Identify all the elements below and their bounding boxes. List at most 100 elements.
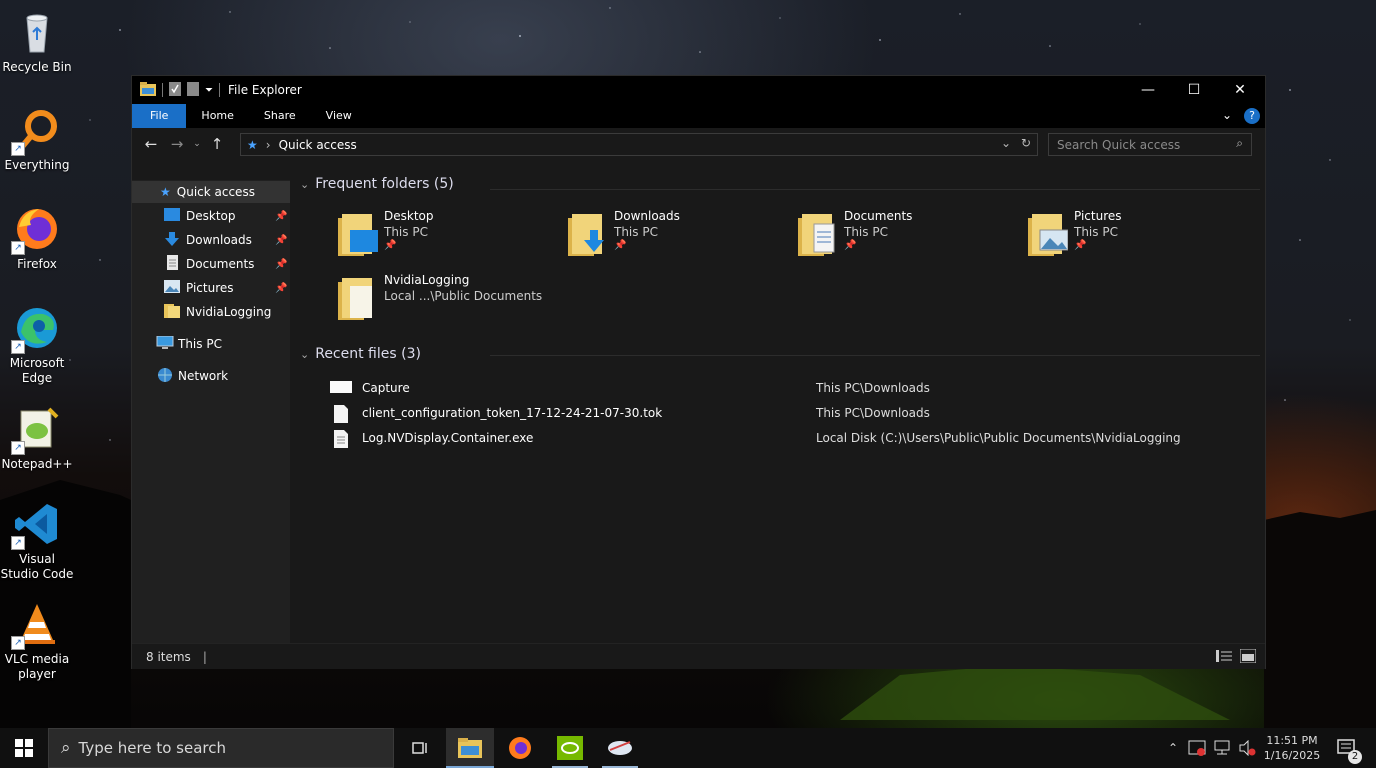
breadcrumb-quick-access[interactable]: Quick access [279, 138, 357, 152]
nav-item-downloads[interactable]: Downloads 📌 [164, 229, 290, 251]
action-center-button[interactable]: 2 [1330, 728, 1364, 768]
taskbar-search-box[interactable]: ⌕ Type here to search [48, 728, 394, 768]
back-button[interactable]: ← [138, 135, 164, 153]
minimize-button[interactable]: — [1125, 76, 1171, 104]
folder-name: Desktop [384, 209, 434, 223]
nav-item-label: Network [178, 369, 229, 383]
folder-tile-pictures[interactable]: Pictures This PC 📌 [1024, 209, 1234, 263]
file-row-log[interactable]: Log.NVDisplay.Container.exe Local Disk (… [290, 427, 1265, 451]
tray-security[interactable] [1186, 728, 1208, 768]
documents-icon [164, 254, 180, 274]
desktop-icon-everything[interactable]: ↗ Everything [0, 106, 74, 173]
nav-item-network[interactable]: Network [156, 365, 290, 387]
pin-icon: 📌 [384, 240, 397, 251]
nav-item-desktop[interactable]: Desktop 📌 [164, 205, 290, 227]
folder-location: This PC [384, 225, 428, 239]
folder-tile-downloads[interactable]: Downloads This PC 📌 [564, 209, 774, 263]
help-icon[interactable]: ? [1244, 108, 1260, 124]
desktop-icon-vscode[interactable]: ↗ Visual Studio Code [0, 500, 74, 582]
tray-volume[interactable] [1236, 728, 1258, 768]
snipping-tool-icon [608, 741, 632, 755]
folder-tile-nvidialogging[interactable]: NvidiaLogging Local ...\Public Documents [334, 273, 544, 327]
file-row-token[interactable]: client_configuration_token_17-12-24-21-0… [290, 402, 1265, 426]
frequent-folders-header[interactable]: ⌄ Frequent folders (5) [300, 173, 454, 195]
close-button[interactable]: ✕ [1217, 76, 1263, 104]
notification-count-badge: 2 [1348, 750, 1362, 764]
desktop-icon-label: Firefox [17, 257, 57, 271]
file-name: Log.NVDisplay.Container.exe [362, 431, 534, 445]
folder-location: This PC [614, 225, 658, 239]
status-separator: | [202, 649, 207, 664]
customize-toolbar-icon[interactable]: ⏷ [205, 85, 213, 96]
file-location: This PC\Downloads [816, 406, 930, 420]
desktop-icon-vlc[interactable]: ↗ VLC media player [0, 600, 74, 682]
recent-locations-icon[interactable]: ⌄ [190, 139, 204, 149]
chevron-down-icon: ⌄ [300, 347, 310, 361]
file-row-capture[interactable]: Capture This PC\Downloads [290, 377, 1265, 401]
clock-date: 1/16/2025 [1263, 749, 1321, 762]
group-divider [490, 355, 1260, 356]
nav-item-documents[interactable]: Documents 📌 [164, 253, 290, 275]
pin-icon: 📌 [275, 282, 288, 294]
desktop-icon-firefox[interactable]: ↗ Firefox [0, 205, 74, 272]
recent-files-header[interactable]: ⌄ Recent files (3) [300, 343, 421, 365]
forward-button[interactable]: → [164, 135, 190, 153]
breadcrumb-chevron-icon[interactable]: › [266, 138, 271, 152]
nav-item-label: Downloads [186, 233, 252, 247]
search-icon[interactable]: ⌕ [1236, 136, 1243, 151]
tab-share[interactable]: Share [249, 104, 311, 128]
nav-item-pictures[interactable]: Pictures 📌 [164, 277, 290, 299]
taskbar-nvidia[interactable] [546, 728, 594, 768]
large-icons-view-icon[interactable] [1239, 648, 1257, 666]
shortcut-arrow-icon: ↗ [11, 536, 25, 550]
pin-icon: 📌 [614, 240, 627, 251]
navigation-pane: ★ Quick access Desktop 📌 Downloads 📌 Doc… [132, 180, 290, 643]
image-file-icon [330, 380, 352, 397]
maximize-button[interactable]: ☐ [1171, 76, 1217, 104]
desktop-icon-edge[interactable]: ↗ Microsoft Edge [0, 304, 74, 386]
shortcut-arrow-icon: ↗ [11, 441, 25, 455]
task-view-button[interactable] [396, 728, 444, 768]
desktop-icon-label: Notepad++ [1, 457, 73, 471]
search-box[interactable]: Search Quick access ⌕ [1048, 133, 1252, 156]
address-bar[interactable]: ★ › Quick access ⌄ ↻ [240, 133, 1038, 156]
pin-icon: 📌 [1074, 240, 1087, 251]
nav-item-quick-access[interactable]: ★ Quick access [132, 181, 290, 203]
address-dropdown-icon[interactable]: ⌄ [1001, 136, 1011, 150]
taskbar-app-snipping[interactable] [596, 728, 644, 768]
pin-icon: 📌 [844, 240, 857, 251]
nav-item-nvidialogging[interactable]: NvidiaLogging [164, 301, 290, 323]
new-folder-icon[interactable] [187, 81, 199, 99]
ribbon: File Home Share View ⌄ ? [132, 104, 1265, 128]
tray-network[interactable] [1210, 728, 1234, 768]
tab-view[interactable]: View [311, 104, 367, 128]
taskbar-file-explorer[interactable] [446, 728, 494, 768]
taskbar-clock[interactable]: 11:51 PM 1/16/2025 [1260, 728, 1324, 768]
details-view-icon[interactable] [1216, 649, 1232, 666]
task-view-icon [412, 742, 427, 754]
folder-name: Downloads [614, 209, 680, 223]
desktop-icon-notepadpp[interactable]: ↗ Notepad++ [0, 405, 74, 472]
nav-item-this-pc[interactable]: This PC [156, 333, 290, 355]
desktop-folder-icon [164, 208, 180, 224]
taskbar-firefox[interactable] [496, 728, 544, 768]
properties-icon[interactable] [169, 81, 181, 99]
refresh-icon[interactable]: ↻ [1021, 136, 1031, 150]
title-bar[interactable]: ⏷ File Explorer — ☐ ✕ [132, 76, 1265, 104]
pin-icon: 📌 [275, 258, 288, 270]
desktop-icon-recycle-bin[interactable]: Recycle Bin [0, 8, 74, 75]
nav-item-label: This PC [178, 337, 222, 351]
start-button[interactable] [0, 728, 48, 768]
nav-item-label: Desktop [186, 209, 236, 223]
chevron-up-icon: ⌃ [1167, 741, 1179, 755]
shortcut-arrow-icon: ↗ [11, 340, 25, 354]
show-hidden-icons-button[interactable]: ⌃ [1164, 728, 1182, 768]
folder-tile-desktop[interactable]: Desktop This PC 📌 [334, 209, 544, 263]
everything-icon: ↗ [11, 106, 61, 156]
vscode-icon: ↗ [11, 500, 61, 550]
up-button[interactable]: ↑ [204, 135, 230, 153]
folder-tile-documents[interactable]: Documents This PC 📌 [794, 209, 1004, 263]
tab-home[interactable]: Home [186, 104, 248, 128]
tab-file[interactable]: File [132, 104, 187, 128]
expand-ribbon-icon[interactable]: ⌄ [1222, 108, 1232, 122]
